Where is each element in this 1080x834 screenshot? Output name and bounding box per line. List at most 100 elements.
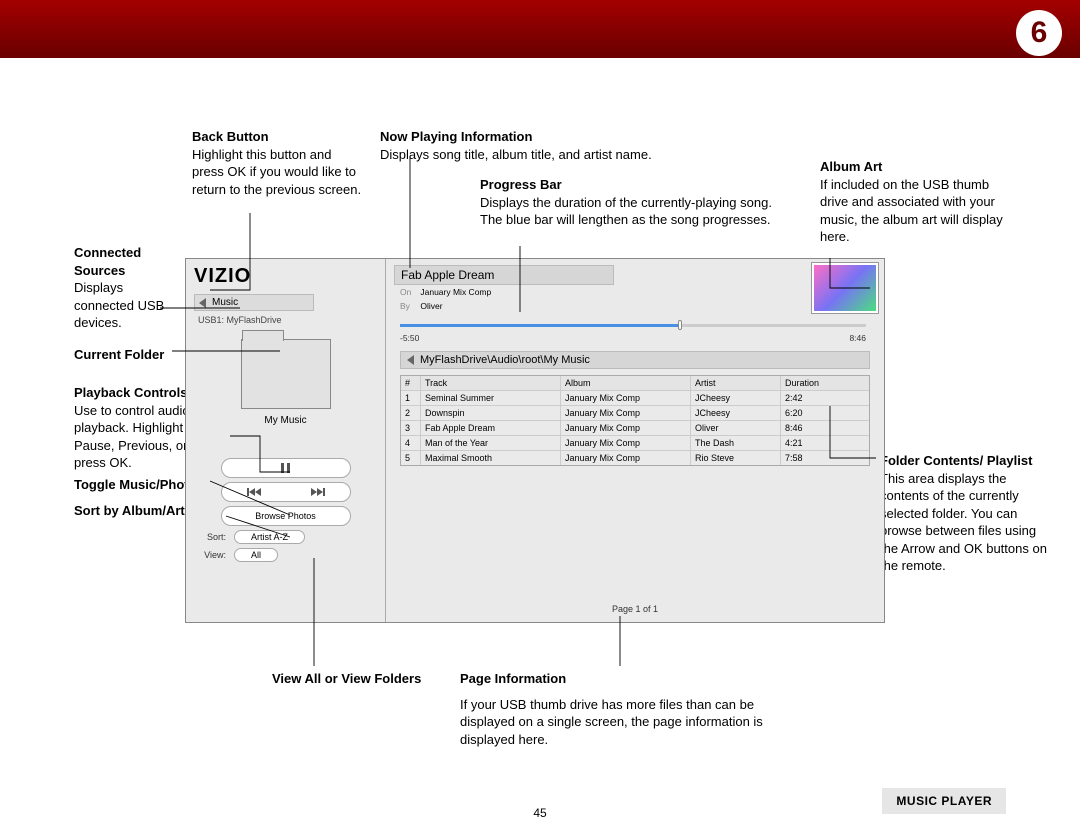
folder-label: My Music [194,415,377,426]
table-row[interactable]: 3 Fab Apple Dream January Mix Comp Olive… [401,421,869,436]
callout-current-folder: Current Folder [74,346,194,364]
chevron-left-icon [407,355,414,365]
table-header: # Track Album Artist Duration [401,376,869,391]
time-elapsed: -5:50 [400,333,419,343]
callout-folder-contents: Folder Contents/ Playlist This area disp… [880,452,1050,575]
callout-title: Folder Contents/ Playlist [880,452,1050,470]
view-value: All [234,548,278,562]
cell: January Mix Comp [561,451,691,465]
meta-key: On [400,287,418,297]
cell: Oliver [691,421,781,435]
callout-title: View All or View Folders [272,670,432,688]
callout-body: Displays connected USB devices. [74,279,184,332]
left-panel: VIZIO Music USB1: MyFlashDrive My Music … [186,259,386,622]
track-table: # Track Album Artist Duration 1 Seminal … [400,375,870,466]
sort-row[interactable]: Sort: Artist A-Z [194,530,377,544]
browse-photos-button[interactable]: Browse Photos [221,506,351,526]
callout-body: Displays the duration of the currently-p… [480,194,790,229]
cell: 1 [401,391,421,405]
cell: January Mix Comp [561,406,691,420]
callout-album-art: Album Art If included on the USB thumb d… [820,158,1020,246]
sort-label: Sort: [194,532,226,542]
callout-body: This area displays the contents of the c… [880,470,1050,575]
page-number: 45 [0,806,1080,820]
cell: 8:46 [781,421,851,435]
view-row[interactable]: View: All [194,548,377,562]
cell: JCheesy [691,391,781,405]
callout-title: Connected Sources [74,244,184,279]
callout-title: Now Playing Information [380,128,760,146]
section-label: Music [212,297,238,308]
page-header-bar: 6 [0,0,1080,58]
table-row[interactable]: 4 Man of the Year January Mix Comp The D… [401,436,869,451]
callout-title: Back Button [192,128,362,146]
col-artist: Artist [691,376,781,390]
cell: 2 [401,406,421,420]
prev-next-buttons[interactable] [221,482,351,502]
previous-icon [247,488,261,496]
cell: January Mix Comp [561,391,691,405]
back-button[interactable]: Music [194,294,314,311]
connected-source[interactable]: USB1: MyFlashDrive [194,315,377,325]
cell: Man of the Year [421,436,561,450]
progress-fill [400,324,680,327]
callout-body: Displays song title, album title, and ar… [380,146,760,164]
meta-value: January Mix Comp [420,287,491,297]
callout-body: If your USB thumb drive has more files t… [460,696,770,749]
music-player-screen: VIZIO Music USB1: MyFlashDrive My Music … [185,258,885,623]
cell: 7:58 [781,451,851,465]
cell: Rio Steve [691,451,781,465]
table-row[interactable]: 2 Downspin January Mix Comp JCheesy 6:20 [401,406,869,421]
time-row: -5:50 8:46 [394,333,876,347]
table-row[interactable]: 5 Maximal Smooth January Mix Comp Rio St… [401,451,869,465]
cell: Downspin [421,406,561,420]
path-text: MyFlashDrive\Audio\root\My Music [420,354,590,366]
cell: Maximal Smooth [421,451,561,465]
callout-back-button: Back Button Highlight this button and pr… [192,128,362,198]
chevron-left-icon [199,298,206,308]
cell: Seminal Summer [421,391,561,405]
col-track: Track [421,376,561,390]
brand-logo: VIZIO [194,265,377,288]
cell: 4 [401,436,421,450]
cell: January Mix Comp [561,436,691,450]
callout-connected-sources: Connected Sources Displays connected USB… [74,244,184,332]
right-panel: Fab Apple Dream On January Mix Comp By O… [386,259,884,622]
breadcrumb[interactable]: MyFlashDrive\Audio\root\My Music [400,351,870,369]
callout-title: Page Information [460,670,770,688]
callout-body: If included on the USB thumb drive and a… [820,176,1020,246]
now-playing-title: Fab Apple Dream [394,265,614,285]
cell: 5 [401,451,421,465]
cell: 2:42 [781,391,851,405]
current-folder[interactable]: My Music [194,339,377,426]
col-num: # [401,376,421,390]
play-pause-button[interactable] [221,458,351,478]
meta-value: Oliver [420,301,442,311]
cell: January Mix Comp [561,421,691,435]
cell: 3 [401,421,421,435]
now-playing-album: On January Mix Comp [394,285,876,299]
progress-bar[interactable] [400,319,866,331]
callout-now-playing: Now Playing Information Displays song ti… [380,128,760,163]
cell: Fab Apple Dream [421,421,561,435]
callout-view-all: View All or View Folders [272,670,432,688]
time-total: 8:46 [849,333,866,343]
callout-body: Highlight this button and press OK if yo… [192,146,362,199]
sort-value: Artist A-Z [234,530,305,544]
callout-title: Progress Bar [480,176,790,194]
callout-page-info: Page Information If your USB thumb drive… [460,670,770,748]
callout-title: Album Art [820,158,1020,176]
cell: 4:21 [781,436,851,450]
cell: The Dash [691,436,781,450]
album-art [812,263,878,313]
meta-key: By [400,301,418,311]
table-row[interactable]: 1 Seminal Summer January Mix Comp JChees… [401,391,869,406]
pause-icon [281,463,290,473]
cell: JCheesy [691,406,781,420]
page-info: Page 1 of 1 [386,604,884,614]
callout-title: Current Folder [74,346,194,364]
page-badge: 6 [1016,10,1062,56]
next-icon [311,488,325,496]
now-playing-artist: By Oliver [394,299,876,313]
col-duration: Duration [781,376,851,390]
